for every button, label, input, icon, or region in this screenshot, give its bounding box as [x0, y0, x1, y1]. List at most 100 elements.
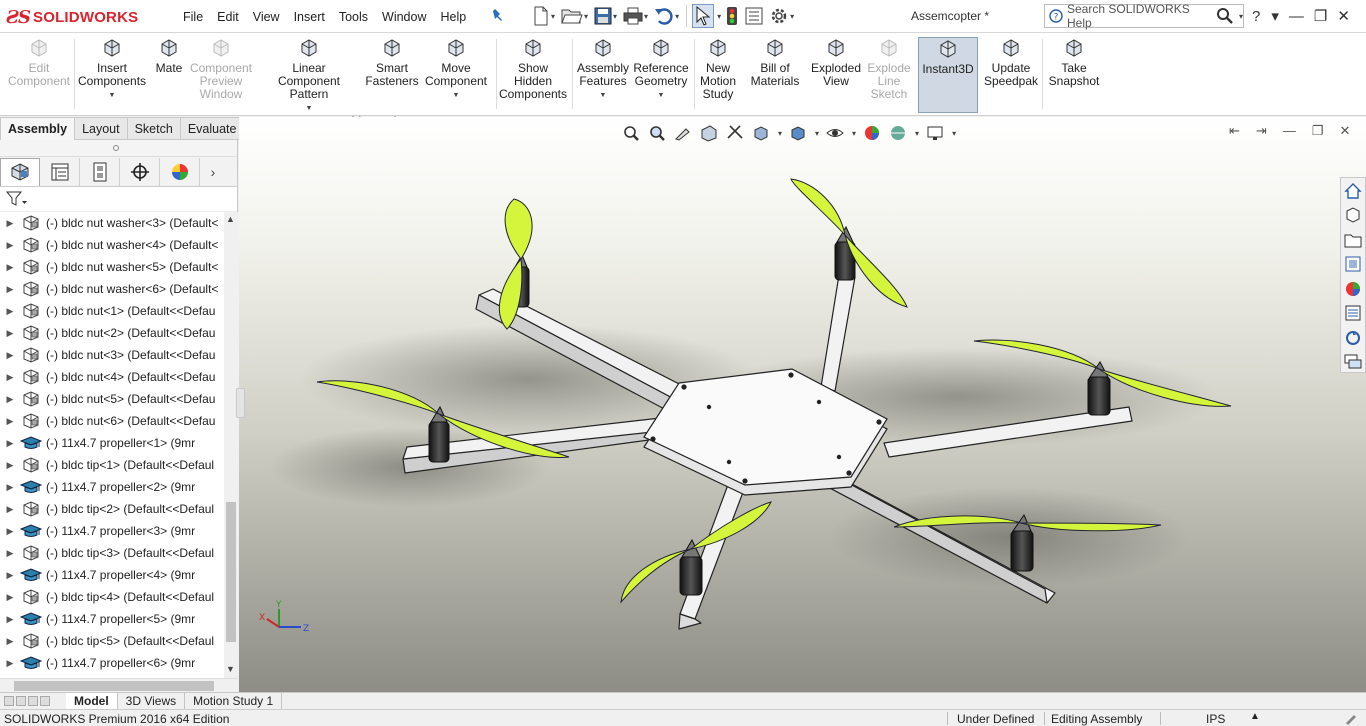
customize-status-icon[interactable]	[1344, 711, 1358, 725]
dynamic-annotation-icon[interactable]	[725, 123, 745, 143]
menu-insert[interactable]: Insert	[287, 10, 332, 24]
expand-arrow-icon[interactable]: ▶	[0, 394, 20, 405]
expand-arrow-icon[interactable]: ▶	[0, 482, 20, 493]
cmd-exploded-view-button[interactable]: Exploded View	[808, 37, 864, 113]
zoom-to-fit-icon[interactable]	[621, 123, 641, 143]
tree-item[interactable]: ▶ (-) bldc tip<1> (Default<<Defaul	[0, 454, 224, 476]
expand-arrow-icon[interactable]: ▶	[0, 328, 20, 339]
chevron-down-icon[interactable]: ▾	[815, 129, 819, 138]
chevron-down-icon[interactable]: ▾	[778, 129, 782, 138]
chevron-down-icon[interactable]: ▾	[675, 12, 679, 21]
tree-item[interactable]: ▶ (-) 11x4.7 propeller<6> (9mr	[0, 652, 224, 674]
expand-arrow-icon[interactable]: ▶	[0, 636, 20, 647]
tree-item[interactable]: ▶ (-) bldc nut<1> (Default<<Defau	[0, 300, 224, 322]
next-tab-icon[interactable]	[28, 696, 38, 706]
cmd-mate-button[interactable]: Mate	[152, 37, 186, 113]
undo-button[interactable]: ▾	[652, 4, 681, 28]
tree-item[interactable]: ▶ (-) 11x4.7 propeller<2> (9mr	[0, 476, 224, 498]
save-button[interactable]: ▾	[592, 4, 619, 28]
expand-arrow-icon[interactable]: ▶	[0, 306, 20, 317]
view-orientation-icon[interactable]	[751, 123, 771, 143]
panel-splitter[interactable]	[0, 140, 237, 157]
tree-item[interactable]: ▶ (-) bldc tip<5> (Default<<Defaul	[0, 630, 224, 652]
menu-help[interactable]: Help	[434, 10, 474, 24]
select-button[interactable]	[692, 4, 715, 28]
chevron-down-icon[interactable]: ▾	[1239, 12, 1243, 21]
tree-horizontal-scrollbar[interactable]	[0, 678, 238, 692]
expand-arrow-icon[interactable]: ▶	[0, 658, 20, 669]
home-icon[interactable]	[1343, 181, 1363, 201]
unit-system-caret[interactable]: ▲	[1250, 711, 1260, 722]
pin-menu-icon[interactable]	[490, 8, 504, 22]
graphics-area[interactable]: Y Z X ▾ ▾ ▾ ▾ ▾ ⇤ ⇥ — ❐ ✕	[239, 117, 1366, 692]
scroll-up-icon[interactable]: ▲	[226, 214, 235, 224]
cmd-smart-fasteners-button[interactable]: Smart Fasteners	[365, 37, 419, 113]
tree-item[interactable]: ▶ (-) bldc nut washer<4> (Default<	[0, 234, 224, 256]
edit-appearance-icon[interactable]	[862, 123, 882, 143]
custom-properties-icon[interactable]	[1343, 304, 1363, 324]
scroll-down-icon[interactable]: ▼	[226, 664, 235, 674]
cmd-explode-line-sketch-button[interactable]: Explode Line Sketch	[864, 37, 914, 113]
cmd-new-motion-study-button[interactable]: New Motion Study	[698, 37, 738, 113]
tree-item[interactable]: ▶ (-) bldc nut washer<6> (Default<	[0, 278, 224, 300]
menu-edit[interactable]: Edit	[210, 10, 246, 24]
expand-arrow-icon[interactable]: ▶	[0, 416, 20, 427]
search-icon[interactable]	[1216, 7, 1234, 25]
next-view-icon[interactable]: ⇥	[1256, 123, 1267, 139]
last-tab-icon[interactable]	[40, 696, 50, 706]
tree-item[interactable]: ▶ (-) bldc nut<4> (Default<<Defau	[0, 366, 224, 388]
rebuild-button[interactable]	[723, 4, 741, 28]
chevron-down-icon[interactable]: ▾	[790, 12, 794, 21]
prev-tab-icon[interactable]	[16, 696, 26, 706]
expand-arrow-icon[interactable]: ▶	[0, 592, 20, 603]
tree-item[interactable]: ▶ (-) bldc tip<4> (Default<<Defaul	[0, 586, 224, 608]
chevron-down-icon[interactable]: ▾	[717, 12, 721, 21]
chevron-down-icon[interactable]: ▾	[551, 12, 555, 21]
restore-icon[interactable]: ❐	[1314, 7, 1327, 25]
file-explorer-icon[interactable]	[1343, 230, 1363, 250]
options-button[interactable]: ▾	[767, 4, 796, 28]
panel-collapse-handle[interactable]	[236, 388, 245, 418]
tab-sketch[interactable]: Sketch	[127, 117, 181, 140]
view-palette-icon[interactable]	[1343, 255, 1363, 275]
tree-item[interactable]: ▶ (-) bldc nut<3> (Default<<Defau	[0, 344, 224, 366]
horizontal-scroll-thumb[interactable]	[14, 681, 214, 691]
bottom-tab-3d-views[interactable]: 3D Views	[118, 692, 186, 710]
file-properties-button[interactable]	[743, 4, 765, 28]
configuration-manager-tab[interactable]	[80, 157, 120, 186]
chevron-down-icon[interactable]: ▾	[613, 12, 617, 21]
unit-system[interactable]: IPS	[1206, 712, 1225, 726]
solidworks-logo[interactable]: ƧS SOLIDWORKS	[6, 5, 138, 29]
design-library-icon[interactable]	[1343, 206, 1363, 226]
cmd-update-speedpak-button[interactable]: Update Speedpak	[984, 37, 1038, 113]
expand-arrow-icon[interactable]: ▶	[0, 526, 20, 537]
tab-layout[interactable]: Layout	[75, 117, 128, 140]
cmd-linear-component-pattern-button[interactable]: Linear Component Pattern ▼	[260, 37, 358, 113]
expand-arrow-icon[interactable]: ▶	[0, 350, 20, 361]
tab-scroll-buttons[interactable]	[0, 694, 66, 709]
splitter-handle-icon[interactable]	[113, 145, 119, 151]
scroll-thumb[interactable]	[226, 502, 236, 642]
chevron-down-icon[interactable]: ▼	[306, 102, 313, 115]
tree-item[interactable]: ▶ (-) 11x4.7 propeller<5> (9mr	[0, 608, 224, 630]
cmd-take-snapshot-button[interactable]: Take Snapshot	[1046, 37, 1102, 113]
expand-arrow-icon[interactable]: ▶	[0, 614, 20, 625]
tree-item[interactable]: ▶ (-) bldc nut washer<3> (Default<	[0, 212, 224, 234]
chevron-down-icon[interactable]: ▾	[915, 129, 919, 138]
chevron-down-icon[interactable]: ▼	[600, 89, 607, 102]
cmd-edit-component-button[interactable]: Edit Component	[4, 37, 74, 113]
expand-arrow-icon[interactable]: ▶	[0, 372, 20, 383]
expand-arrow-icon[interactable]: ▶	[0, 438, 20, 449]
minimize-icon[interactable]: —	[1289, 8, 1304, 25]
cmd-move-component-button[interactable]: Move Component ▼	[424, 37, 488, 113]
feature-manager-tab[interactable]	[0, 157, 40, 186]
help-search-box[interactable]: ? Search SOLIDWORKS Help ▾	[1044, 2, 1244, 30]
chevron-down-icon[interactable]: ▾	[852, 129, 856, 138]
chevron-down-icon[interactable]: ▼	[453, 89, 460, 102]
apply-scene-icon[interactable]	[888, 123, 908, 143]
expand-arrow-icon[interactable]: ▶	[0, 218, 20, 229]
expand-arrow-icon[interactable]: ▶	[0, 504, 20, 515]
property-manager-tab[interactable]	[40, 157, 80, 186]
appearances-icon[interactable]	[1343, 279, 1363, 299]
section-view-icon[interactable]	[699, 123, 719, 143]
